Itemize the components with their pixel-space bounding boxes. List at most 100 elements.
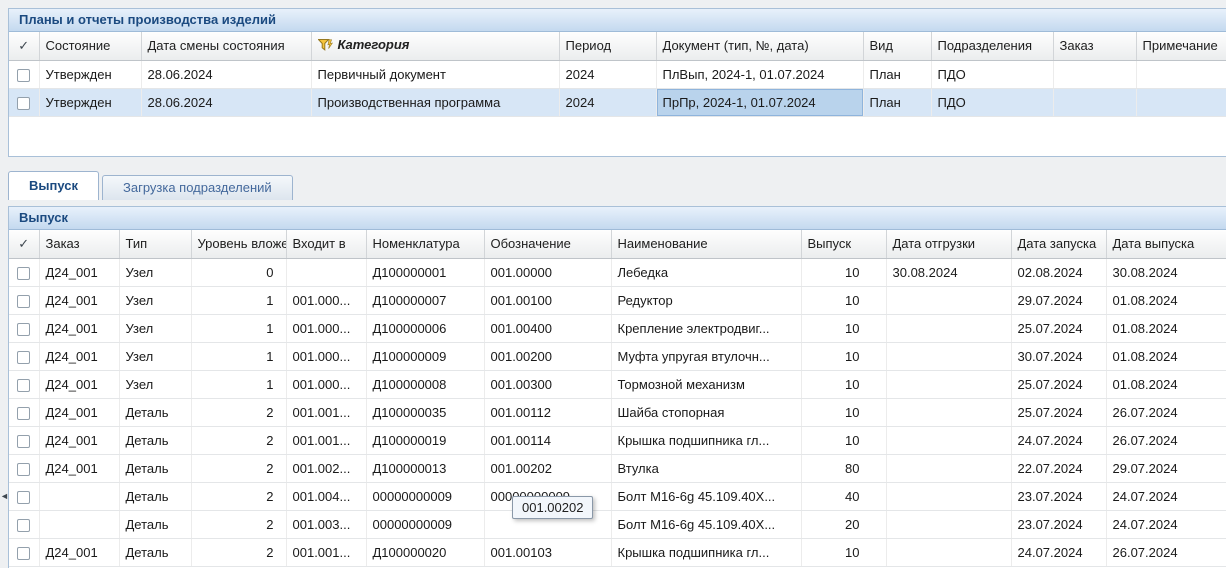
- cell-name[interactable]: Тормозной механизм: [611, 370, 801, 398]
- table-row[interactable]: Д24_001Узел0Д100000001001.00000Лебедка10…: [9, 258, 1226, 286]
- row-checkbox[interactable]: [17, 519, 30, 532]
- column-header-launchdate[interactable]: Дата запуска: [1011, 230, 1106, 258]
- cell-designation[interactable]: 001.00300: [484, 370, 611, 398]
- tab-zagruzka-podrazdeleniy[interactable]: Загрузка подразделений: [102, 175, 293, 200]
- cell-order[interactable]: Д24_001: [39, 538, 119, 566]
- checkbox-cell[interactable]: [9, 258, 39, 286]
- cell-type[interactable]: Узел: [119, 342, 191, 370]
- checkbox-cell[interactable]: [9, 286, 39, 314]
- cell-designation[interactable]: 001.00202: [484, 454, 611, 482]
- cell-output[interactable]: 10: [801, 398, 886, 426]
- cell-note[interactable]: [1136, 88, 1226, 116]
- cell-output[interactable]: 20: [801, 510, 886, 538]
- cell-parent[interactable]: 001.001...: [286, 538, 366, 566]
- cell-document[interactable]: ПлВып, 2024-1, 01.07.2024: [656, 60, 863, 88]
- cell-order[interactable]: Д24_001: [39, 398, 119, 426]
- column-header-type[interactable]: Тип: [119, 230, 191, 258]
- cell-designation[interactable]: 001.00400: [484, 314, 611, 342]
- cell-output[interactable]: 10: [801, 258, 886, 286]
- checkbox-cell[interactable]: [9, 454, 39, 482]
- cell-name[interactable]: Втулка: [611, 454, 801, 482]
- cell-parent[interactable]: 001.002...: [286, 454, 366, 482]
- cell-name[interactable]: Крышка подшипника гл...: [611, 538, 801, 566]
- cell-releasedate[interactable]: 26.07.2024: [1106, 426, 1226, 454]
- cell-name[interactable]: Муфта упругая втулочн...: [611, 342, 801, 370]
- cell-shipdate[interactable]: [886, 454, 1011, 482]
- checkbox-cell[interactable]: [9, 426, 39, 454]
- column-header-order[interactable]: Заказ: [39, 230, 119, 258]
- cell-parent[interactable]: 001.004...: [286, 482, 366, 510]
- cell-designation[interactable]: 001.00112: [484, 398, 611, 426]
- cell-parent[interactable]: 001.003...: [286, 510, 366, 538]
- cell-order[interactable]: [39, 510, 119, 538]
- cell-order[interactable]: [1053, 60, 1136, 88]
- cell-type[interactable]: Деталь: [119, 454, 191, 482]
- cell-document[interactable]: ПрПр, 2024-1, 01.07.2024: [656, 88, 863, 116]
- cell-order[interactable]: Д24_001: [39, 370, 119, 398]
- column-header-division[interactable]: Подразделения: [931, 32, 1053, 60]
- cell-order[interactable]: Д24_001: [39, 426, 119, 454]
- row-checkbox[interactable]: [17, 407, 30, 420]
- column-header-shipdate[interactable]: Дата отгрузки: [886, 230, 1011, 258]
- cell-shipdate[interactable]: [886, 342, 1011, 370]
- cell-level[interactable]: 1: [191, 286, 286, 314]
- cell-level[interactable]: 2: [191, 482, 286, 510]
- row-checkbox[interactable]: [17, 295, 30, 308]
- cell-parent[interactable]: 001.000...: [286, 286, 366, 314]
- cell-type[interactable]: Деталь: [119, 426, 191, 454]
- checkbox-cell[interactable]: [9, 314, 39, 342]
- table-row[interactable]: Деталь2001.004...0000000000900000000009Б…: [9, 482, 1226, 510]
- cell-output[interactable]: 10: [801, 286, 886, 314]
- cell-releasedate[interactable]: 26.07.2024: [1106, 538, 1226, 566]
- cell-releasedate[interactable]: 01.08.2024: [1106, 286, 1226, 314]
- table-row[interactable]: Д24_001Узел1001.000...Д100000008001.0030…: [9, 370, 1226, 398]
- cell-level[interactable]: 0: [191, 258, 286, 286]
- cell-releasedate[interactable]: 01.08.2024: [1106, 370, 1226, 398]
- cell-releasedate[interactable]: 30.08.2024: [1106, 258, 1226, 286]
- cell-level[interactable]: 1: [191, 370, 286, 398]
- splitter-collapse-left-icon[interactable]: ◄: [0, 487, 8, 505]
- cell-releasedate[interactable]: 29.07.2024: [1106, 454, 1226, 482]
- cell-level[interactable]: 2: [191, 398, 286, 426]
- cell-name[interactable]: Крышка подшипника гл...: [611, 426, 801, 454]
- table-row[interactable]: Утвержден28.06.2024Производственная прог…: [9, 88, 1226, 116]
- cell-shipdate[interactable]: 30.08.2024: [886, 258, 1011, 286]
- cell-launchdate[interactable]: 22.07.2024: [1011, 454, 1106, 482]
- cell-shipdate[interactable]: [886, 510, 1011, 538]
- cell-type[interactable]: Деталь: [119, 510, 191, 538]
- cell-shipdate[interactable]: [886, 426, 1011, 454]
- cell-name[interactable]: Шайба стопорная: [611, 398, 801, 426]
- table-row[interactable]: Д24_001Деталь2001.001...Д100000020001.00…: [9, 538, 1226, 566]
- cell-releasedate[interactable]: 24.07.2024: [1106, 482, 1226, 510]
- cell-designation[interactable]: 001.00000: [484, 258, 611, 286]
- cell-nomenclature[interactable]: Д100000013: [366, 454, 484, 482]
- cell-note[interactable]: [1136, 60, 1226, 88]
- cell-releasedate[interactable]: 26.07.2024: [1106, 398, 1226, 426]
- cell-launchdate[interactable]: 23.07.2024: [1011, 482, 1106, 510]
- table-row[interactable]: Д24_001Деталь2001.001...Д100000035001.00…: [9, 398, 1226, 426]
- checkbox-cell[interactable]: [9, 60, 39, 88]
- cell-state[interactable]: Утвержден: [39, 60, 141, 88]
- cell-nomenclature[interactable]: Д100000035: [366, 398, 484, 426]
- row-checkbox[interactable]: [17, 547, 30, 560]
- cell-output[interactable]: 40: [801, 482, 886, 510]
- cell-releasedate[interactable]: 24.07.2024: [1106, 510, 1226, 538]
- row-checkbox[interactable]: [17, 323, 30, 336]
- cell-level[interactable]: 2: [191, 454, 286, 482]
- cell-launchdate[interactable]: 25.07.2024: [1011, 398, 1106, 426]
- column-header-kind[interactable]: Вид: [863, 32, 931, 60]
- cell-parent[interactable]: 001.000...: [286, 314, 366, 342]
- cell-nomenclature[interactable]: 00000000009: [366, 510, 484, 538]
- cell-launchdate[interactable]: 24.07.2024: [1011, 538, 1106, 566]
- column-header-releasedate[interactable]: Дата выпуска: [1106, 230, 1226, 258]
- row-checkbox[interactable]: [17, 435, 30, 448]
- cell-type[interactable]: Узел: [119, 314, 191, 342]
- column-header-check[interactable]: ✓: [9, 230, 39, 258]
- cell-level[interactable]: 2: [191, 426, 286, 454]
- cell-parent[interactable]: 001.000...: [286, 342, 366, 370]
- checkbox-cell[interactable]: [9, 538, 39, 566]
- cell-type[interactable]: Узел: [119, 370, 191, 398]
- row-checkbox[interactable]: [17, 351, 30, 364]
- cell-designation[interactable]: 001.00103: [484, 538, 611, 566]
- cell-output[interactable]: 10: [801, 426, 886, 454]
